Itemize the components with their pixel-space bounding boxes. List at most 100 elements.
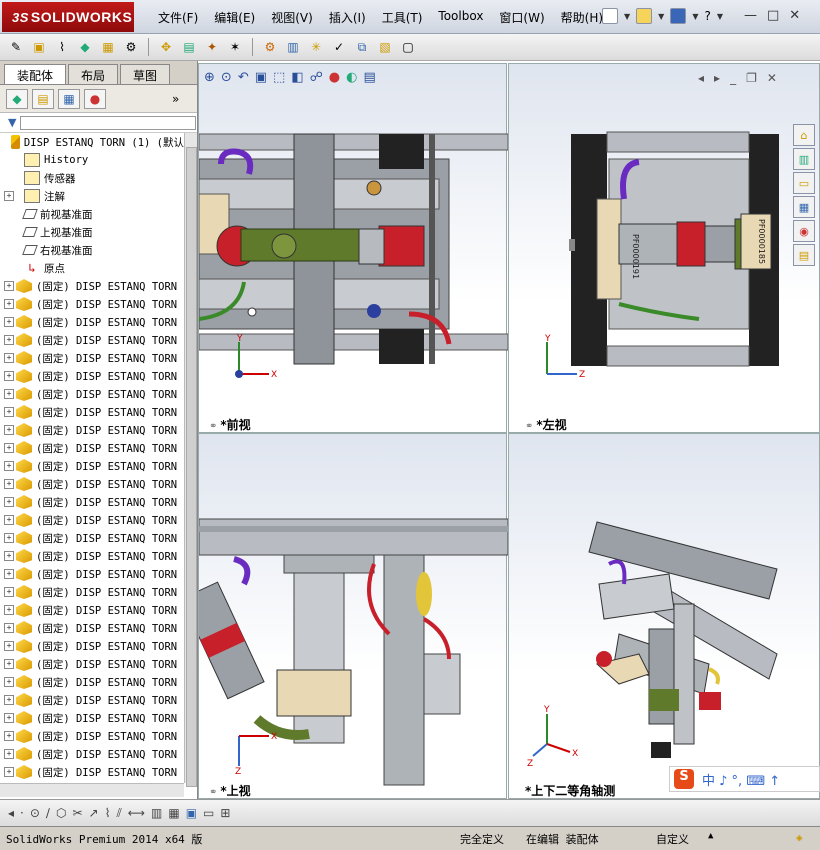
tree-item[interactable]: 传感器 bbox=[0, 169, 184, 187]
expand-toggle-icon[interactable]: + bbox=[4, 641, 14, 651]
view-palette-icon[interactable]: ▦ bbox=[793, 196, 815, 218]
expand-toggle-icon[interactable]: + bbox=[4, 515, 14, 525]
viewport-next-icon[interactable]: ▸ bbox=[714, 71, 720, 85]
tree-component-row[interactable]: + (固定) DISP ESTANQ TORN bbox=[0, 763, 184, 781]
expand-toggle-icon[interactable]: + bbox=[4, 713, 14, 723]
expand-toggle-icon[interactable]: + bbox=[4, 479, 14, 489]
minimize-icon[interactable]: — bbox=[744, 8, 757, 23]
grid-icon[interactable]: ▦ bbox=[168, 806, 179, 820]
tree-component-row[interactable]: + (固定) DISP ESTANQ TORN bbox=[0, 439, 184, 457]
viewport-front[interactable]: Y X ⚭ *前视 bbox=[198, 63, 509, 433]
interference-detection-icon[interactable]: ⧉ bbox=[352, 38, 372, 56]
tree-component-row[interactable]: + (固定) DISP ESTANQ TORN bbox=[0, 547, 184, 565]
menu-insert[interactable]: 插入(I) bbox=[321, 9, 374, 26]
new-motion-study-icon[interactable]: ⚙ bbox=[260, 38, 280, 56]
tree-component-row[interactable]: + (固定) DISP ESTANQ TORN bbox=[0, 583, 184, 601]
new-doc-icon[interactable] bbox=[602, 8, 618, 24]
viewport-isometric[interactable]: Y X Z *上下二等角轴测 bbox=[508, 433, 820, 799]
ime-toolbar[interactable]: S 中 ♪ °, ⌨ ↑ bbox=[669, 766, 820, 792]
edit-appearance-icon[interactable]: ● bbox=[329, 70, 340, 85]
expand-toggle-icon[interactable]: + bbox=[4, 677, 14, 687]
display-style-icon[interactable]: ◧ bbox=[291, 70, 303, 85]
expand-toggle-icon[interactable]: + bbox=[4, 587, 14, 597]
menu-tools[interactable]: 工具(T) bbox=[374, 9, 431, 26]
tree-item[interactable]: History bbox=[0, 151, 184, 169]
expand-toggle-icon[interactable]: + bbox=[4, 659, 14, 669]
expand-toggle-icon[interactable]: + bbox=[4, 425, 14, 435]
tree-item[interactable]: ↳ 原点 bbox=[0, 259, 184, 277]
edit-component-icon[interactable]: ✎ bbox=[6, 38, 26, 56]
property-manager-icon[interactable]: ▤ bbox=[32, 88, 54, 109]
expand-toggle-icon[interactable]: + bbox=[4, 533, 14, 543]
tree-component-row[interactable]: + (固定) DISP ESTANQ TORN bbox=[0, 493, 184, 511]
apply-scene-icon[interactable]: ◐ bbox=[346, 70, 357, 85]
viewport-minimize-icon[interactable]: _ bbox=[730, 71, 736, 85]
home-icon[interactable]: ⌂ bbox=[793, 124, 815, 146]
help-question-icon[interactable]: ? bbox=[704, 9, 710, 23]
clearance-verification-icon[interactable]: ▧ bbox=[375, 38, 395, 56]
bill-of-materials-icon[interactable]: ▥ bbox=[283, 38, 303, 56]
relations-icon[interactable]: ▥ bbox=[151, 806, 162, 820]
circle-icon[interactable]: ⊙ bbox=[30, 806, 40, 820]
expand-toggle-icon[interactable]: + bbox=[4, 731, 14, 741]
tree-component-row[interactable]: + (固定) DISP ESTANQ TORN bbox=[0, 475, 184, 493]
exploded-view-icon[interactable]: ✳ bbox=[306, 38, 326, 56]
dropdown-arrow-icon[interactable]: ▼ bbox=[658, 12, 664, 21]
graphics-area[interactable]: Y X ⚭ *前视 PF0000191 PF0000185 Y Z ⚭ *左视 … bbox=[180, 61, 820, 799]
restore-icon[interactable]: □ bbox=[767, 8, 779, 23]
open-folder-icon[interactable] bbox=[636, 8, 653, 24]
design-library-icon[interactable]: ▥ bbox=[793, 148, 815, 170]
hide-show-items-icon[interactable]: ☍ bbox=[310, 70, 323, 85]
file-explorer-icon[interactable]: ▭ bbox=[793, 172, 815, 194]
assembly-features-icon[interactable]: ✦ bbox=[202, 38, 222, 56]
view-cube-icon[interactable]: ▣ bbox=[186, 806, 197, 820]
expand-panel-icon[interactable]: » bbox=[172, 92, 179, 106]
paperclip-icon[interactable]: ⌇ bbox=[52, 38, 72, 56]
expand-toggle-icon[interactable]: + bbox=[4, 767, 14, 777]
expand-toggle-icon[interactable]: + bbox=[4, 461, 14, 471]
menu-edit[interactable]: 编辑(E) bbox=[206, 9, 263, 26]
configuration-manager-icon[interactable]: ▦ bbox=[58, 88, 80, 109]
move-component-icon[interactable]: ✥ bbox=[156, 38, 176, 56]
smart-fasteners-icon[interactable]: ⚙ bbox=[121, 38, 141, 56]
expand-toggle-icon[interactable]: + bbox=[4, 749, 14, 759]
tree-item[interactable]: 右视基准面 bbox=[0, 241, 184, 259]
show-hidden-icon[interactable]: ▤ bbox=[179, 38, 199, 56]
tree-component-row[interactable]: + (固定) DISP ESTANQ TORN bbox=[0, 565, 184, 583]
trim-icon[interactable]: ✂ bbox=[72, 806, 82, 820]
dimension-icon[interactable]: ⟷ bbox=[128, 806, 145, 820]
hole-alignment-icon[interactable]: ▢ bbox=[398, 38, 418, 56]
tree-component-row[interactable]: + (固定) DISP ESTANQ TORN bbox=[0, 403, 184, 421]
tree-horizontal-scrollbar[interactable] bbox=[0, 783, 184, 797]
expand-toggle-icon[interactable]: + bbox=[4, 281, 14, 291]
tab-assembly[interactable]: 装配体 bbox=[4, 64, 67, 84]
tree-component-row[interactable]: + (固定) DISP ESTANQ TORN bbox=[0, 421, 184, 439]
point-icon[interactable]: · bbox=[20, 806, 24, 820]
menu-file[interactable]: 文件(F) bbox=[150, 9, 206, 26]
filter-icon[interactable]: ▼ bbox=[8, 116, 16, 129]
tree-component-row[interactable]: + (固定) DISP ESTANQ TORN bbox=[0, 349, 184, 367]
polygon-icon[interactable]: ⬡ bbox=[56, 806, 66, 820]
tree-vertical-scrollbar[interactable] bbox=[184, 133, 197, 787]
scroll-left-icon[interactable]: ◂ bbox=[8, 806, 14, 820]
viewport-top[interactable]: X Z ⚭ *上视 bbox=[180, 433, 509, 799]
tree-component-row[interactable]: + (固定) DISP ESTANQ TORN bbox=[0, 457, 184, 475]
solidworks-logo[interactable]: 3S SOLIDWORKS bbox=[2, 2, 134, 32]
viewport-restore-icon[interactable]: ❐ bbox=[746, 71, 757, 85]
appearances-icon[interactable]: ◉ bbox=[793, 220, 815, 242]
save-icon[interactable] bbox=[670, 8, 687, 24]
ime-status[interactable]: 中 ♪ °, ⌨ ↑ bbox=[702, 770, 780, 789]
tree-component-row[interactable]: + (固定) DISP ESTANQ TORN bbox=[0, 709, 184, 727]
expand-toggle-icon[interactable]: + bbox=[4, 569, 14, 579]
expand-toggle-icon[interactable]: + bbox=[4, 371, 14, 381]
mate-icon[interactable]: ◆ bbox=[75, 38, 95, 56]
tile-horizontal-icon[interactable]: ▭ bbox=[203, 806, 214, 820]
mirror-icon[interactable]: ⫽ bbox=[116, 806, 121, 821]
tree-component-row[interactable]: + (固定) DISP ESTANQ TORN bbox=[0, 511, 184, 529]
explode-line-sketch-icon[interactable]: ✓ bbox=[329, 38, 349, 56]
expand-toggle-icon[interactable]: + bbox=[4, 191, 14, 201]
tree-component-row[interactable]: + (固定) DISP ESTANQ TORN bbox=[0, 655, 184, 673]
filter-input[interactable] bbox=[20, 115, 197, 130]
menu-toolbox[interactable]: Toolbox bbox=[430, 9, 491, 26]
sogou-s-icon[interactable]: S bbox=[674, 769, 694, 789]
